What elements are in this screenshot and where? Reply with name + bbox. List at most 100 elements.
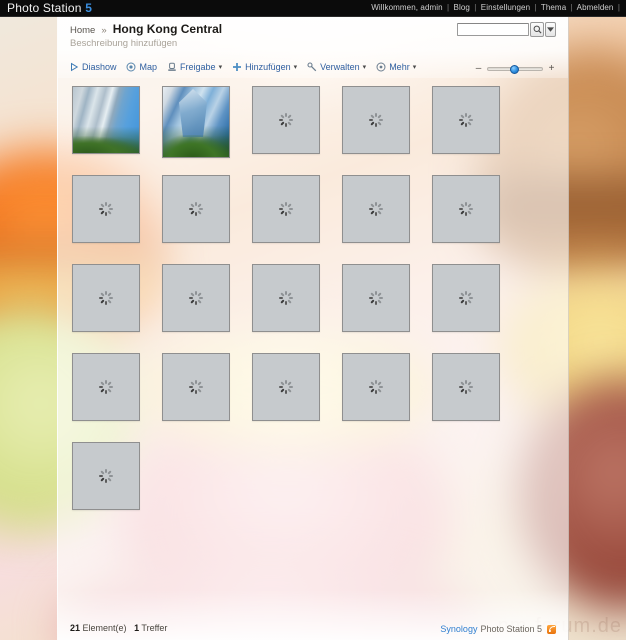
toolbar-caret-verwalten: ▾ [362,63,367,71]
toolbar-button-verwalten[interactable]: Verwalten ▾ [306,61,366,72]
photo-thumbnail-loading[interactable] [342,353,410,421]
toolbar-button-mehr[interactable]: Mehr ▾ [375,61,416,72]
photo-thumbnail-loading[interactable] [72,442,140,510]
thumbnail-cell[interactable] [252,264,342,348]
app-logo-text: Photo Station [7,1,82,15]
nav-item-blog[interactable]: Blog [454,3,470,12]
thumbnail-cell[interactable] [72,442,162,526]
nav-sep-5: | [617,3,620,12]
loading-spinner-icon [189,380,203,394]
toolbar-button-map[interactable]: Map [126,61,158,72]
thumbnail-cell[interactable] [342,264,432,348]
thumbnail-size-slider[interactable]: – + [474,63,556,74]
photo-thumbnail-loading[interactable] [162,175,230,243]
photo-thumbnail[interactable] [162,86,230,158]
thumbnail-cell[interactable] [162,264,252,348]
breadcrumb-separator: » [101,25,107,36]
rss-icon[interactable] [547,624,556,634]
breadcrumb-home[interactable]: Home [70,25,95,36]
thumbnail-cell[interactable] [432,264,522,348]
nav-welcome: Willkommen, admin [371,3,443,12]
photo-thumbnail[interactable] [72,86,140,154]
thumbnail-cell[interactable] [162,353,252,437]
synology-link[interactable]: Synology [440,624,477,634]
photo-thumbnail-loading[interactable] [72,264,140,332]
photo-thumbnail-loading[interactable] [72,175,140,243]
search-button[interactable] [530,22,544,37]
more-icon [375,61,386,72]
thumbnail-cell[interactable] [252,86,342,170]
loading-spinner-icon [369,202,383,216]
zoom-out-button[interactable]: – [474,63,483,74]
play-icon [68,61,79,72]
photo-thumbnail-loading[interactable] [342,175,410,243]
album-toolbar: Diashow Map Freigabe ▾ Hinzufügen ▾ Verw… [68,61,425,72]
thumbnail-cell[interactable] [252,353,342,437]
loading-spinner-icon [279,291,293,305]
thumbnail-cell[interactable] [72,86,162,170]
search-area [457,22,556,37]
photo-thumbnail-loading[interactable] [252,175,320,243]
thumbnail-cell[interactable] [342,353,432,437]
loading-spinner-icon [459,113,473,127]
photo-thumbnail-loading[interactable] [252,353,320,421]
photo-thumbnail-loading[interactable] [162,353,230,421]
slider-knob[interactable] [510,64,519,74]
app-logo-version: 5 [85,1,93,15]
photo-thumbnail-loading[interactable] [432,175,500,243]
slider-track[interactable] [487,64,543,74]
thumbnail-cell[interactable] [432,175,522,259]
thumbnail-cell[interactable] [72,175,162,259]
loading-spinner-icon [99,469,113,483]
app-logo[interactable]: Photo Station 5 [7,1,92,15]
photo-thumbnail-loading[interactable] [162,264,230,332]
thumbnail-cell[interactable] [252,175,342,259]
toolbar-label-freigabe: Freigabe [180,61,216,72]
toolbar-label-diashow: Diashow [82,61,117,72]
chevron-down-icon [547,27,554,32]
add-description-link[interactable]: Beschreibung hinzufügen [70,38,177,49]
search-input[interactable] [457,23,529,36]
toolbar-label-mehr: Mehr [389,61,410,72]
thumbnail-cell[interactable] [432,86,522,170]
zoom-in-button[interactable]: + [547,63,556,74]
top-nav: Willkommen, admin | Blog | Einstellungen… [371,3,622,12]
photo-thumbnail-loading[interactable] [432,86,500,154]
thumbnail-cell[interactable] [342,175,432,259]
photo-thumbnail-loading[interactable] [72,353,140,421]
thumbnail-cell[interactable] [432,353,522,437]
item-count-label: Element(e) [82,623,127,633]
photo-thumbnail-loading[interactable] [252,264,320,332]
nav-item-abmelden[interactable]: Abmelden [577,3,614,12]
nav-sep-1: | [447,3,450,12]
loading-spinner-icon [279,113,293,127]
photo-foliage [73,136,139,153]
thumbnail-cell[interactable] [162,175,252,259]
nav-item-einstellungen[interactable]: Einstellungen [481,3,530,12]
thumbnail-cell[interactable] [162,86,252,170]
photo-thumbnail-loading[interactable] [252,86,320,154]
photo-thumbnail-loading[interactable] [432,264,500,332]
toolbar-label-map: Map [139,61,158,72]
nav-item-thema[interactable]: Thema [541,3,566,12]
share-icon [166,61,177,72]
item-count: 21 Element(e) 1 Treffer [70,623,167,633]
loading-spinner-icon [459,291,473,305]
thumbnail-cell[interactable] [72,353,162,437]
product-name: Photo Station 5 [480,624,542,634]
loading-spinner-icon [99,380,113,394]
toolbar-button-freigabe[interactable]: Freigabe ▾ [166,61,222,72]
photo-thumbnail-loading[interactable] [342,86,410,154]
toolbar-button-diashow[interactable]: Diashow [68,61,117,72]
thumbnail-cell[interactable] [72,264,162,348]
toolbar-caret-freigabe: ▾ [218,63,223,71]
loading-spinner-icon [369,380,383,394]
thumbnail-cell[interactable] [342,86,432,170]
thumbnail-grid [72,86,552,531]
search-options-button[interactable] [545,22,556,37]
toolbar-caret-hinzufuegen: ▾ [293,63,298,71]
photo-thumbnail-loading[interactable] [432,353,500,421]
toolbar-button-hinzufuegen[interactable]: Hinzufügen ▾ [231,61,297,72]
photo-thumbnail-loading[interactable] [342,264,410,332]
hit-count-label: Treffer [141,623,168,633]
